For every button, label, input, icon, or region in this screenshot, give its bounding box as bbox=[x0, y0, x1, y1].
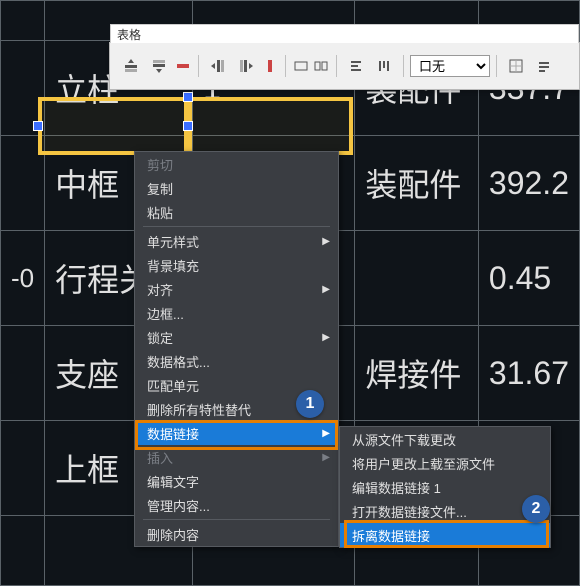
borders-button[interactable] bbox=[503, 57, 529, 75]
cell-style-select[interactable]: 口无 bbox=[410, 55, 490, 77]
menu-item-label: 数据链接 bbox=[147, 424, 199, 443]
menu-item[interactable]: 粘贴 bbox=[135, 200, 338, 224]
delete-row-button[interactable] bbox=[174, 57, 192, 75]
menu-item-label: 粘贴 bbox=[147, 203, 173, 222]
menu-item-label: 匹配单元 bbox=[147, 376, 199, 395]
menu-item[interactable]: 数据链接 ▶ bbox=[135, 421, 338, 445]
submenu-arrow-icon: ▶ bbox=[322, 452, 330, 463]
menu-item-label: 删除所有特性替代 bbox=[147, 400, 251, 419]
submenu-arrow-icon: ▶ bbox=[322, 236, 330, 247]
annotation-badge: 2 bbox=[522, 495, 550, 523]
insert-col-left-button[interactable] bbox=[205, 57, 231, 75]
menu-item[interactable]: 删除内容 bbox=[135, 522, 338, 546]
grip-handle[interactable] bbox=[183, 121, 193, 131]
menu-item[interactable]: 编辑数据链接 1 bbox=[340, 475, 550, 499]
menu-item: 插入 ▶ bbox=[135, 445, 338, 469]
menu-item-label: 删除内容 bbox=[147, 525, 199, 544]
cell[interactable]: 392.2 bbox=[478, 136, 579, 231]
menu-item[interactable]: 单元样式 ▶ bbox=[135, 229, 338, 253]
cell[interactable] bbox=[1, 421, 45, 516]
menu-item-label: 边框... bbox=[147, 304, 184, 323]
menu-item[interactable]: 对齐 ▶ bbox=[135, 277, 338, 301]
insert-row-below-button[interactable] bbox=[146, 57, 172, 75]
menu-item-label: 从源文件下载更改 bbox=[352, 430, 456, 449]
menu-item[interactable]: 拆离数据链接 bbox=[340, 523, 550, 547]
table-toolbar-panel: 表格 口无 bbox=[109, 42, 580, 90]
menu-item[interactable]: 打开数据链接文件... bbox=[340, 499, 550, 523]
cell[interactable]: 装配件 bbox=[355, 136, 478, 231]
merge-cells-button[interactable] bbox=[292, 57, 310, 75]
menu-item-label: 插入 bbox=[147, 448, 173, 467]
menu-item-label: 数据格式... bbox=[147, 352, 210, 371]
grip-handle[interactable] bbox=[183, 92, 193, 102]
insert-row-above-button[interactable] bbox=[118, 57, 144, 75]
selection-overlay bbox=[38, 97, 353, 155]
submenu-arrow-icon: ▶ bbox=[322, 332, 330, 343]
menu-item[interactable]: 编辑文字 bbox=[135, 469, 338, 493]
menu-item[interactable]: 背景填充 bbox=[135, 253, 338, 277]
menu-item-label: 对齐 bbox=[147, 280, 173, 299]
delete-col-button[interactable] bbox=[261, 57, 279, 75]
submenu: 从源文件下载更改将用户更改上载至源文件编辑数据链接 1 打开数据链接文件... 拆离… bbox=[339, 426, 551, 548]
menu-item-label: 背景填充 bbox=[147, 256, 199, 275]
unmerge-cells-button[interactable] bbox=[312, 57, 330, 75]
insert-col-right-button[interactable] bbox=[233, 57, 259, 75]
menu-item[interactable]: 从源文件下载更改 bbox=[340, 427, 550, 451]
menu-item[interactable]: 复制 bbox=[135, 176, 338, 200]
annotation-badge: 1 bbox=[296, 390, 324, 418]
submenu-arrow-icon: ▶ bbox=[322, 284, 330, 295]
submenu-arrow-icon: ▶ bbox=[322, 428, 330, 439]
menu-item-label: 单元样式 bbox=[147, 232, 199, 251]
menu-item[interactable]: 锁定 ▶ bbox=[135, 325, 338, 349]
cell[interactable] bbox=[1, 326, 45, 421]
menu-item-label: 锁定 bbox=[147, 328, 173, 347]
menu-item-label: 拆离数据链接 bbox=[352, 526, 430, 545]
menu-item-label: 剪切 bbox=[147, 155, 173, 174]
menu-item[interactable]: 将用户更改上载至源文件 bbox=[340, 451, 550, 475]
menu-item[interactable]: 数据格式... bbox=[135, 349, 338, 373]
cell[interactable]: 31.67 bbox=[478, 326, 579, 421]
menu-item-label: 管理内容... bbox=[147, 496, 210, 515]
menu-item-label: 编辑文字 bbox=[147, 472, 199, 491]
cell[interactable]: 0.45 bbox=[478, 231, 579, 326]
menu-item-label: 打开数据链接文件... bbox=[352, 502, 467, 521]
format-button[interactable] bbox=[531, 57, 557, 75]
grip-handle[interactable] bbox=[33, 121, 43, 131]
panel-title: 表格 bbox=[110, 24, 579, 43]
cell[interactable] bbox=[355, 231, 478, 326]
cell[interactable]: 焊接件 bbox=[355, 326, 478, 421]
menu-item[interactable]: 边框... bbox=[135, 301, 338, 325]
menu-item[interactable]: 管理内容... bbox=[135, 493, 338, 517]
valign-button[interactable] bbox=[371, 57, 397, 75]
cell[interactable]: -0 bbox=[1, 231, 45, 326]
menu-item-label: 复制 bbox=[147, 179, 173, 198]
menu-item: 剪切 bbox=[135, 152, 338, 176]
align-button[interactable] bbox=[343, 57, 369, 75]
context-menu: 剪切复制粘贴单元样式 ▶ 背景填充对齐 ▶ 边框... 锁定 ▶ 数据格式... 匹配单元删除所… bbox=[134, 151, 339, 547]
menu-item-label: 编辑数据链接 1 bbox=[352, 478, 441, 497]
menu-item-label: 将用户更改上载至源文件 bbox=[352, 454, 495, 473]
